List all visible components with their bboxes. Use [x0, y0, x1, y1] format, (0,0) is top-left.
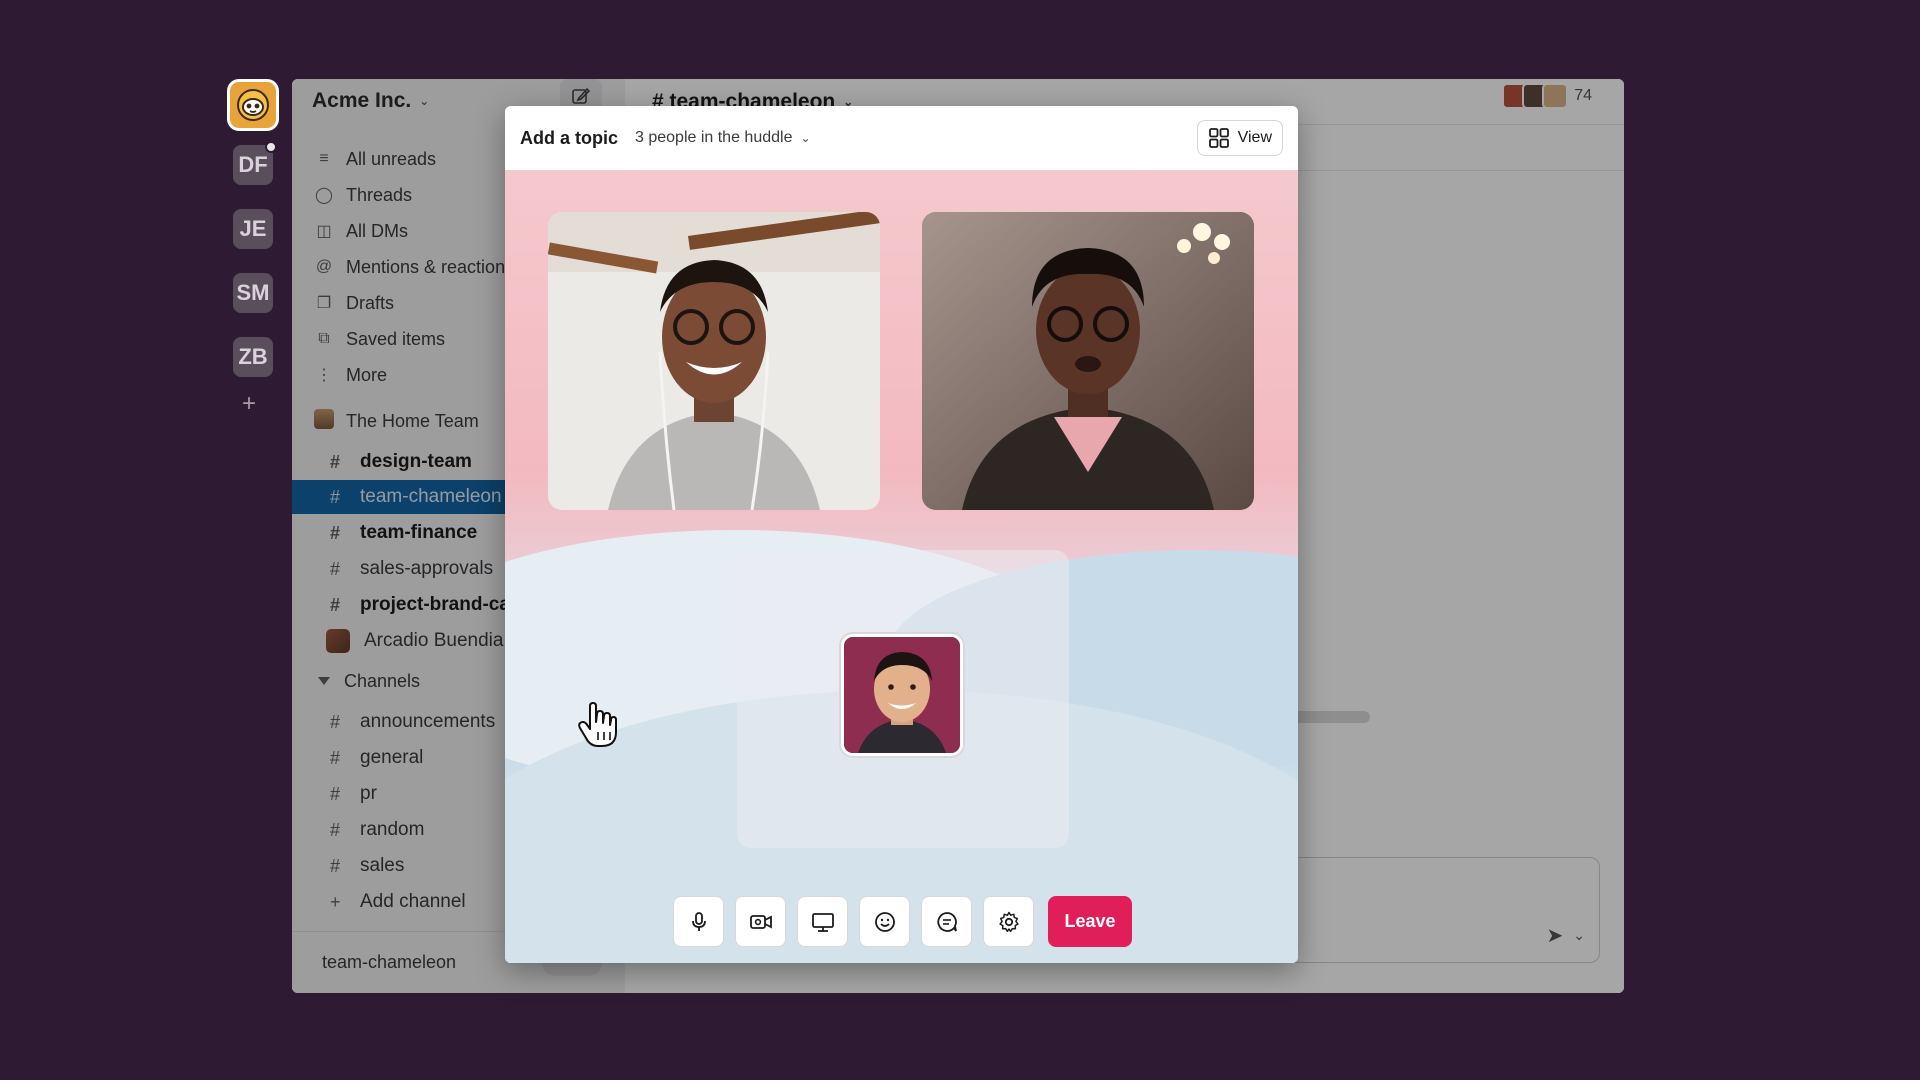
microphone-button[interactable]: [673, 896, 724, 947]
self-avatar-photo: [844, 637, 960, 753]
notification-dot: [265, 141, 277, 153]
grid-icon: [1208, 128, 1229, 148]
workspace-initials: JE: [239, 216, 267, 241]
participants-label: 3 people in the huddle: [635, 129, 793, 146]
workspace-zb[interactable]: ZB: [233, 337, 273, 377]
workspace-initials: SM: [236, 280, 270, 305]
video-button[interactable]: [735, 896, 786, 947]
workspace-logo-icon: [237, 89, 269, 121]
add-topic-button[interactable]: Add a topic: [520, 128, 618, 149]
view-label: View: [1237, 129, 1272, 146]
leave-button[interactable]: Leave: [1048, 896, 1132, 947]
huddle-chat-button[interactable]: [921, 896, 972, 947]
settings-button[interactable]: [983, 896, 1034, 947]
screen-share-button[interactable]: [797, 896, 848, 947]
avatar[interactable]: [841, 634, 963, 756]
reactions-button[interactable]: [859, 896, 910, 947]
huddle-window: Add a topic 3 people in the huddle ⌄ Vie…: [505, 106, 1298, 963]
participant-video-tile[interactable]: [548, 212, 880, 510]
video-camera-icon: [749, 914, 772, 929]
workspace-rail: DF JE SM ZB +: [222, 76, 284, 416]
workspace-logo-acme[interactable]: [227, 79, 279, 131]
workspace-sm[interactable]: SM: [233, 273, 273, 313]
emoji-icon: [874, 911, 895, 932]
huddle-stage: Leave: [505, 170, 1298, 963]
microphone-icon: [691, 911, 706, 931]
chevron-down-icon: ⌄: [800, 131, 811, 145]
workspace-je[interactable]: JE: [233, 209, 273, 249]
chat-icon: [936, 911, 957, 932]
huddle-controls: Leave: [673, 896, 1132, 947]
settings-icon: [998, 911, 1019, 932]
add-workspace-button[interactable]: +: [242, 392, 256, 416]
workspace-initials: ZB: [238, 344, 268, 369]
hand-cursor-icon: [578, 702, 617, 747]
view-button[interactable]: View: [1196, 120, 1283, 156]
workspace-df[interactable]: DF: [233, 141, 277, 185]
workspace-initials: DF: [238, 152, 268, 177]
participant-video: [922, 212, 1254, 510]
huddle-header: Add a topic 3 people in the huddle ⌄ Vie…: [505, 106, 1298, 170]
participant-video-tile[interactable]: [922, 212, 1254, 510]
participant-video: [548, 212, 880, 510]
participants-button[interactable]: 3 people in the huddle ⌄: [635, 129, 811, 147]
screen-share-icon: [811, 912, 834, 932]
